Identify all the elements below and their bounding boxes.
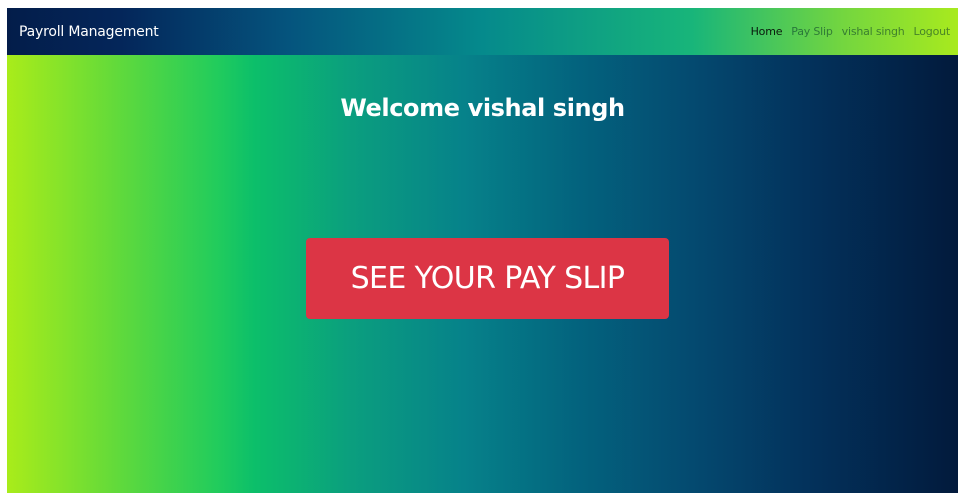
page-frame: Payroll Management Home Pay Slip vishal … bbox=[7, 8, 958, 493]
hero-section: Welcome vishal singh SEE YOUR PAY SLIP bbox=[7, 55, 958, 493]
navbar: Payroll Management Home Pay Slip vishal … bbox=[7, 8, 958, 55]
nav-link-user[interactable]: vishal singh bbox=[842, 25, 905, 38]
nav-links: Home Pay Slip vishal singh Logout bbox=[742, 25, 951, 38]
see-pay-slip-button[interactable]: SEE YOUR PAY SLIP bbox=[306, 238, 669, 319]
nav-link-home[interactable]: Home bbox=[751, 25, 783, 38]
nav-link-logout[interactable]: Logout bbox=[914, 25, 951, 38]
welcome-heading: Welcome vishal singh bbox=[340, 94, 625, 122]
nav-link-pay-slip[interactable]: Pay Slip bbox=[791, 25, 833, 38]
brand-link[interactable]: Payroll Management bbox=[19, 24, 159, 40]
